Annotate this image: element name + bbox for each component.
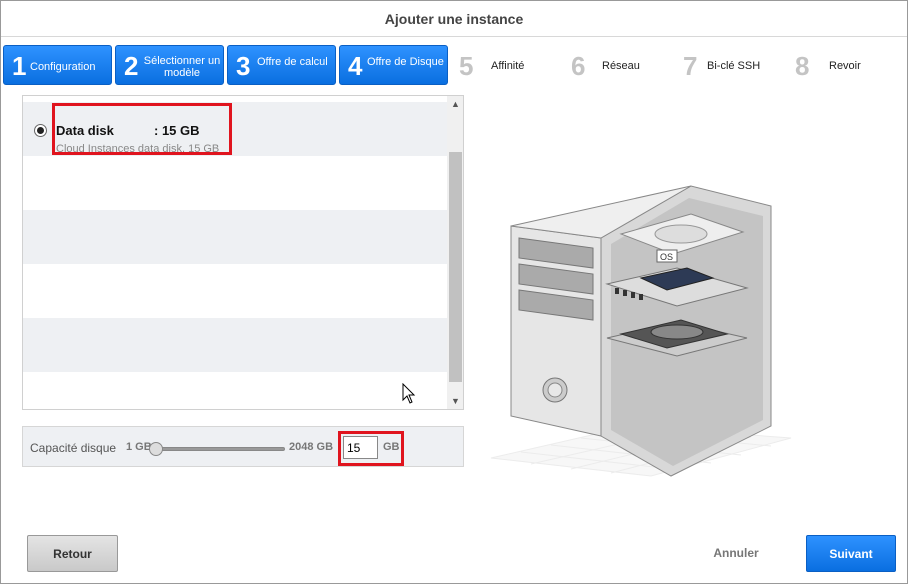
svg-text:OS: OS <box>660 252 673 262</box>
next-button[interactable]: Suivant <box>806 535 896 572</box>
step-network[interactable]: 6 Réseau <box>571 45 671 85</box>
step-label: Bi-clé SSH <box>707 60 761 72</box>
step-label: Sélectionner un modèle <box>143 55 221 79</box>
step-label: Réseau <box>602 60 640 72</box>
step-label: Offre de Disque <box>367 56 444 68</box>
step-number: 7 <box>683 51 698 81</box>
step-ssh-keypair[interactable]: 7 Bi-clé SSH <box>683 45 783 85</box>
add-instance-dialog: Ajouter une instance 1 Configuration 2 S… <box>0 0 908 584</box>
title-divider <box>1 36 907 37</box>
capacity-label: Capacité disque <box>30 441 117 455</box>
step-number: 5 <box>459 51 474 81</box>
step-number: 8 <box>795 51 810 81</box>
disk-offering-radio[interactable] <box>34 124 47 137</box>
step-label: Revoir <box>829 60 861 72</box>
cancel-button[interactable]: Annuler <box>701 546 771 560</box>
step-configuration[interactable]: 1 Configuration <box>3 45 112 85</box>
scroll-up-arrow-icon[interactable]: ▲ <box>447 96 463 112</box>
step-label: Configuration <box>30 61 96 73</box>
step-affinity[interactable]: 5 Affinité <box>459 45 559 85</box>
capacity-slider-track[interactable] <box>153 447 285 451</box>
step-compute-offering[interactable]: 3 Offre de calcul <box>227 45 336 85</box>
capacity-slider-handle[interactable] <box>149 442 163 456</box>
disk-capacity-control: Capacité disque 1 GB 2048 GB GB <box>22 426 464 467</box>
step-review[interactable]: 8 Revoir <box>795 45 895 85</box>
capacity-max: 2048 GB <box>289 441 334 453</box>
list-row-empty <box>23 318 447 372</box>
mouse-cursor-icon <box>402 383 416 404</box>
annotation-highlight-capacity <box>338 431 404 466</box>
step-number: 1 <box>12 51 27 81</box>
list-scrollbar[interactable]: ▲ ▼ <box>447 96 463 409</box>
list-row-empty <box>23 372 447 409</box>
dialog-title: Ajouter une instance <box>384 11 524 27</box>
computer-case-illustration-icon: OS <box>490 185 792 477</box>
step-number: 2 <box>124 51 139 81</box>
scroll-down-arrow-icon[interactable]: ▼ <box>447 393 463 409</box>
back-button[interactable]: Retour <box>27 535 118 572</box>
capacity-min: 1 GB <box>126 441 152 453</box>
scroll-thumb[interactable] <box>449 152 462 382</box>
list-row-empty <box>23 156 447 210</box>
annotation-highlight-disk <box>52 103 232 155</box>
step-disk-offering[interactable]: 4 Offre de Disque <box>339 45 448 85</box>
disk-offering-list: Data disk : 15 GB Cloud Instances data d… <box>22 95 464 410</box>
step-number: 4 <box>348 51 363 81</box>
list-row-empty <box>23 210 447 264</box>
step-select-template[interactable]: 2 Sélectionner un modèle <box>115 45 224 85</box>
step-label: Affinité <box>491 60 525 72</box>
step-number: 3 <box>236 51 251 81</box>
step-number: 6 <box>571 51 586 81</box>
step-label: Offre de calcul <box>257 56 328 68</box>
list-row-empty <box>23 264 447 318</box>
